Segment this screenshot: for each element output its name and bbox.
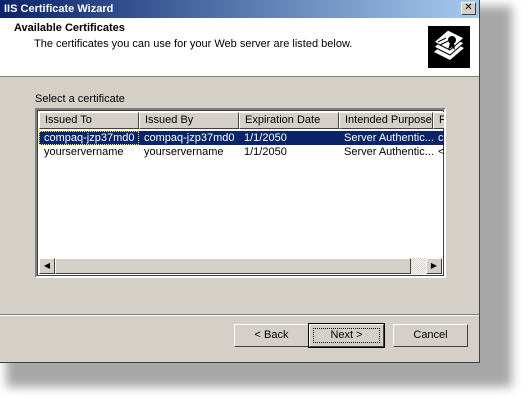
certificate-list[interactable]: Issued To Issued By Expiration Date Inte… xyxy=(35,108,446,278)
cell-purpose: Server Authentic... xyxy=(344,146,433,158)
page-subtitle: The certificates you can use for your We… xyxy=(34,38,353,50)
page-title: Available Certificates xyxy=(14,22,125,34)
wizard-window: IIS Certificate Wizard ✕ Available Certi… xyxy=(0,0,480,363)
back-button-label: < Back xyxy=(254,329,289,341)
column-friendly-name[interactable]: F xyxy=(433,112,444,129)
right-arrow-icon: ▶ xyxy=(430,261,438,270)
cell-issued-by: yourservername xyxy=(144,146,224,158)
list-header: Issued To Issued By Expiration Date Inte… xyxy=(39,112,444,129)
scroll-right-button[interactable]: ▶ xyxy=(426,258,442,274)
wizard-header: Available Certificates The certificates … xyxy=(0,18,479,77)
cell-expiration: 1/1/2050 xyxy=(244,146,287,158)
focus-rect xyxy=(313,328,380,343)
cell-purpose: Server Authentic... xyxy=(344,132,433,144)
table-row[interactable]: compaq-jzp37md0 compaq-jzp37md0 1/1/2050… xyxy=(39,131,444,145)
column-issued-by[interactable]: Issued By xyxy=(139,112,239,129)
close-icon: ✕ xyxy=(464,2,473,13)
cell-friendly-name: c xyxy=(438,132,444,144)
column-intended-purpose[interactable]: Intended Purpose xyxy=(339,112,433,129)
horizontal-scrollbar[interactable]: ◀ ▶ xyxy=(39,258,442,274)
cancel-button[interactable]: Cancel xyxy=(393,324,468,347)
close-button[interactable]: ✕ xyxy=(461,2,476,15)
title-bar: IIS Certificate Wizard ✕ xyxy=(0,0,479,18)
scroll-left-button[interactable]: ◀ xyxy=(39,258,55,274)
cancel-button-label: Cancel xyxy=(413,329,448,341)
next-button[interactable]: Next > xyxy=(308,323,385,348)
select-certificate-label: Select a certificate xyxy=(35,93,125,105)
cell-expiration: 1/1/2050 xyxy=(244,132,287,144)
cell-issued-to: yourservername xyxy=(44,146,124,158)
table-row[interactable]: yourservername yourservername 1/1/2050 S… xyxy=(39,145,445,159)
button-separator xyxy=(0,314,479,316)
certificate-wizard-icon xyxy=(428,26,470,68)
cell-issued-by: compaq-jzp37md0 xyxy=(144,132,235,144)
column-issued-to[interactable]: Issued To xyxy=(39,112,139,129)
column-expiration-date[interactable]: Expiration Date xyxy=(239,112,339,129)
cell-issued-to: compaq-jzp37md0 xyxy=(39,131,139,145)
window-title: IIS Certificate Wizard xyxy=(4,3,114,15)
scroll-thumb[interactable] xyxy=(55,258,411,274)
back-button[interactable]: < Back xyxy=(234,324,309,347)
left-arrow-icon: ◀ xyxy=(43,261,51,270)
cell-friendly-name: < xyxy=(438,146,445,158)
